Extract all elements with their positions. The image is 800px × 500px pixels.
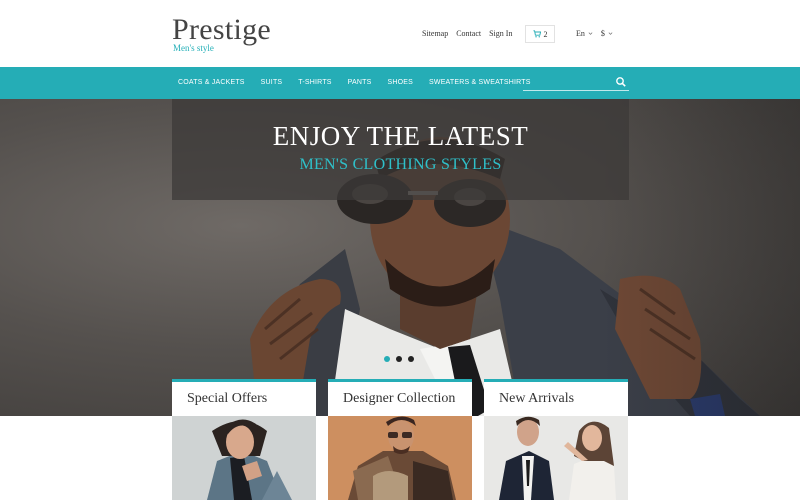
site-header: Prestige Men's style Sitemap Contact Sig… <box>0 0 800 67</box>
cart-button[interactable]: 2 <box>525 25 555 43</box>
locale-selectors: En $ <box>576 29 613 38</box>
main-nav: COATS & JACKETS SUITS T-SHIRTS PANTS SHO… <box>0 67 800 99</box>
nav-item-suits[interactable]: SUITS <box>261 79 283 86</box>
nav-item-coats-jackets[interactable]: COATS & JACKETS <box>178 79 245 86</box>
nav-items: COATS & JACKETS SUITS T-SHIRTS PANTS SHO… <box>178 79 531 86</box>
card-title[interactable]: New Arrivals <box>499 391 574 407</box>
card-header: New Arrivals <box>484 379 628 416</box>
special-offers-image[interactable] <box>172 416 316 500</box>
top-links: Sitemap Contact Sign In <box>422 29 512 38</box>
sitemap-link[interactable]: Sitemap <box>422 29 448 38</box>
designer-collection-image[interactable] <box>328 416 472 500</box>
slide-dot-3[interactable] <box>408 356 414 362</box>
nav-item-sweaters[interactable]: SWEATERS & SWEATSHIRTS <box>429 79 531 86</box>
hero-slider[interactable]: ENJOY THE LATEST MEN'S CLOTHING STYLES <box>0 99 800 416</box>
search-box <box>523 74 629 91</box>
slider-pagination <box>384 356 414 362</box>
slide-dot-2[interactable] <box>396 356 402 362</box>
cart-count: 2 <box>543 29 548 39</box>
sign-in-link[interactable]: Sign In <box>489 29 512 38</box>
card-header: Special Offers <box>172 379 316 416</box>
logo-title[interactable]: Prestige <box>172 14 271 46</box>
currency-value: $ <box>600 29 605 38</box>
nav-item-t-shirts[interactable]: T-SHIRTS <box>298 79 331 86</box>
language-select[interactable]: En <box>576 29 593 38</box>
slide-dot-1[interactable] <box>384 356 390 362</box>
cart-icon <box>532 30 541 38</box>
chevron-down-icon <box>588 32 593 35</box>
card-title[interactable]: Designer Collection <box>343 391 455 407</box>
category-card-new-arrivals[interactable]: New Arrivals <box>484 379 628 500</box>
language-value: En <box>576 29 585 38</box>
nav-item-pants[interactable]: PANTS <box>348 79 372 86</box>
search-icon[interactable] <box>615 76 627 88</box>
hero-subtitle: MEN'S CLOTHING STYLES <box>299 156 502 173</box>
new-arrivals-image[interactable] <box>484 416 628 500</box>
contact-link[interactable]: Contact <box>456 29 481 38</box>
currency-select[interactable]: $ <box>601 29 613 38</box>
category-card-designer-collection[interactable]: Designer Collection <box>328 379 472 500</box>
logo[interactable]: Prestige Men's style <box>172 14 271 54</box>
hero-shade <box>600 99 800 416</box>
search-input[interactable] <box>523 74 613 90</box>
card-header: Designer Collection <box>328 379 472 416</box>
nav-item-shoes[interactable]: SHOES <box>388 79 414 86</box>
chevron-down-icon <box>608 32 613 35</box>
hero-title: ENJOY THE LATEST <box>272 121 529 151</box>
category-card-special-offers[interactable]: Special Offers <box>172 379 316 500</box>
card-title[interactable]: Special Offers <box>187 391 267 407</box>
